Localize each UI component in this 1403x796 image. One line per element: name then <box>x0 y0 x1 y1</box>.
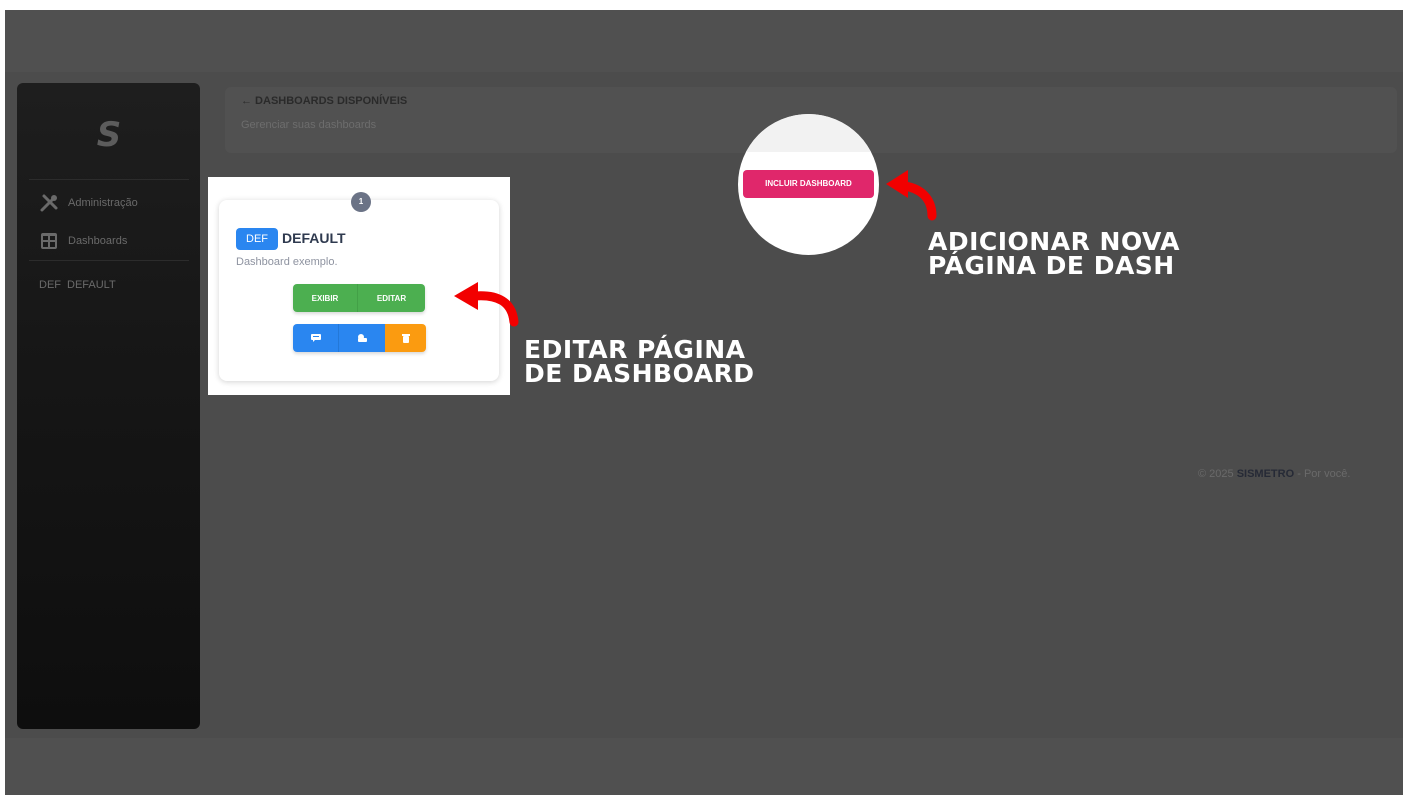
page-subtitle: Gerenciar suas dashboards <box>241 119 377 131</box>
comment-button[interactable] <box>293 324 338 352</box>
page-title[interactable]: ← DASHBOARDS DISPONÍVEIS <box>241 95 407 107</box>
bottom-bar <box>5 738 1403 795</box>
footer-tagline: - Por você. <box>1297 468 1351 480</box>
sidebar-divider <box>29 260 189 261</box>
arrow-icon <box>454 282 519 327</box>
dashboard-action-group: EXIBIR EDITAR <box>293 284 425 312</box>
edit-button[interactable]: EDITAR <box>357 284 425 312</box>
zoom-highlight: INCLUIR DASHBOARD <box>738 114 879 255</box>
add-callout: ADICIONAR NOVA PÁGINA DE DASH <box>928 229 1180 280</box>
callout-line: PÁGINA DE DASH <box>928 251 1175 280</box>
sidebar-subitem-default[interactable]: DEF DEFAULT <box>39 279 116 291</box>
dashboard-count-badge: 1 <box>351 192 371 212</box>
top-bar <box>5 10 1403 72</box>
zoom-header-strip <box>738 114 879 152</box>
share-icon <box>358 334 367 342</box>
add-dashboard-button[interactable]: INCLUIR DASHBOARD <box>743 170 874 198</box>
sidebar-item-label: Administração <box>68 197 138 209</box>
delete-button[interactable] <box>385 324 426 352</box>
sidebar-item-label: Dashboards <box>68 235 128 247</box>
tools-icon <box>39 193 59 213</box>
dashboard-title: DEFAULT <box>282 230 346 246</box>
dashboard-grid-icon <box>39 231 59 251</box>
sidebar-divider <box>29 179 189 180</box>
arrow-icon <box>886 170 937 221</box>
sidebar-subitem-label: DEFAULT <box>67 279 116 291</box>
sidebar: S Administração Dashboards DEF DEFAULT <box>17 83 200 729</box>
footer-brand: SISMETRO <box>1236 468 1295 480</box>
callout-line: DE DASHBOARD <box>524 359 755 388</box>
dashboard-code-badge: DEF <box>236 228 278 250</box>
trash-icon <box>401 333 410 343</box>
edit-callout: EDITAR PÁGINA DE DASHBOARD <box>524 337 755 388</box>
share-button[interactable] <box>338 324 385 352</box>
dashboard-icon-actions <box>293 324 426 352</box>
comment-icon <box>310 334 321 342</box>
view-button[interactable]: EXIBIR <box>293 284 357 312</box>
sidebar-item-dashboards[interactable]: Dashboards <box>39 231 127 251</box>
app-logo[interactable]: S <box>17 115 200 155</box>
footer: © 2025 SISMETRO - Por você. <box>1198 468 1350 480</box>
sidebar-subitem-prefix: DEF <box>39 279 61 291</box>
app-frame: S Administração Dashboards DEF DEFAULT ←… <box>5 10 1403 795</box>
sidebar-item-administracao[interactable]: Administração <box>39 193 138 213</box>
footer-year: © 2025 <box>1198 468 1234 480</box>
dashboard-description: Dashboard exemplo. <box>236 256 338 268</box>
